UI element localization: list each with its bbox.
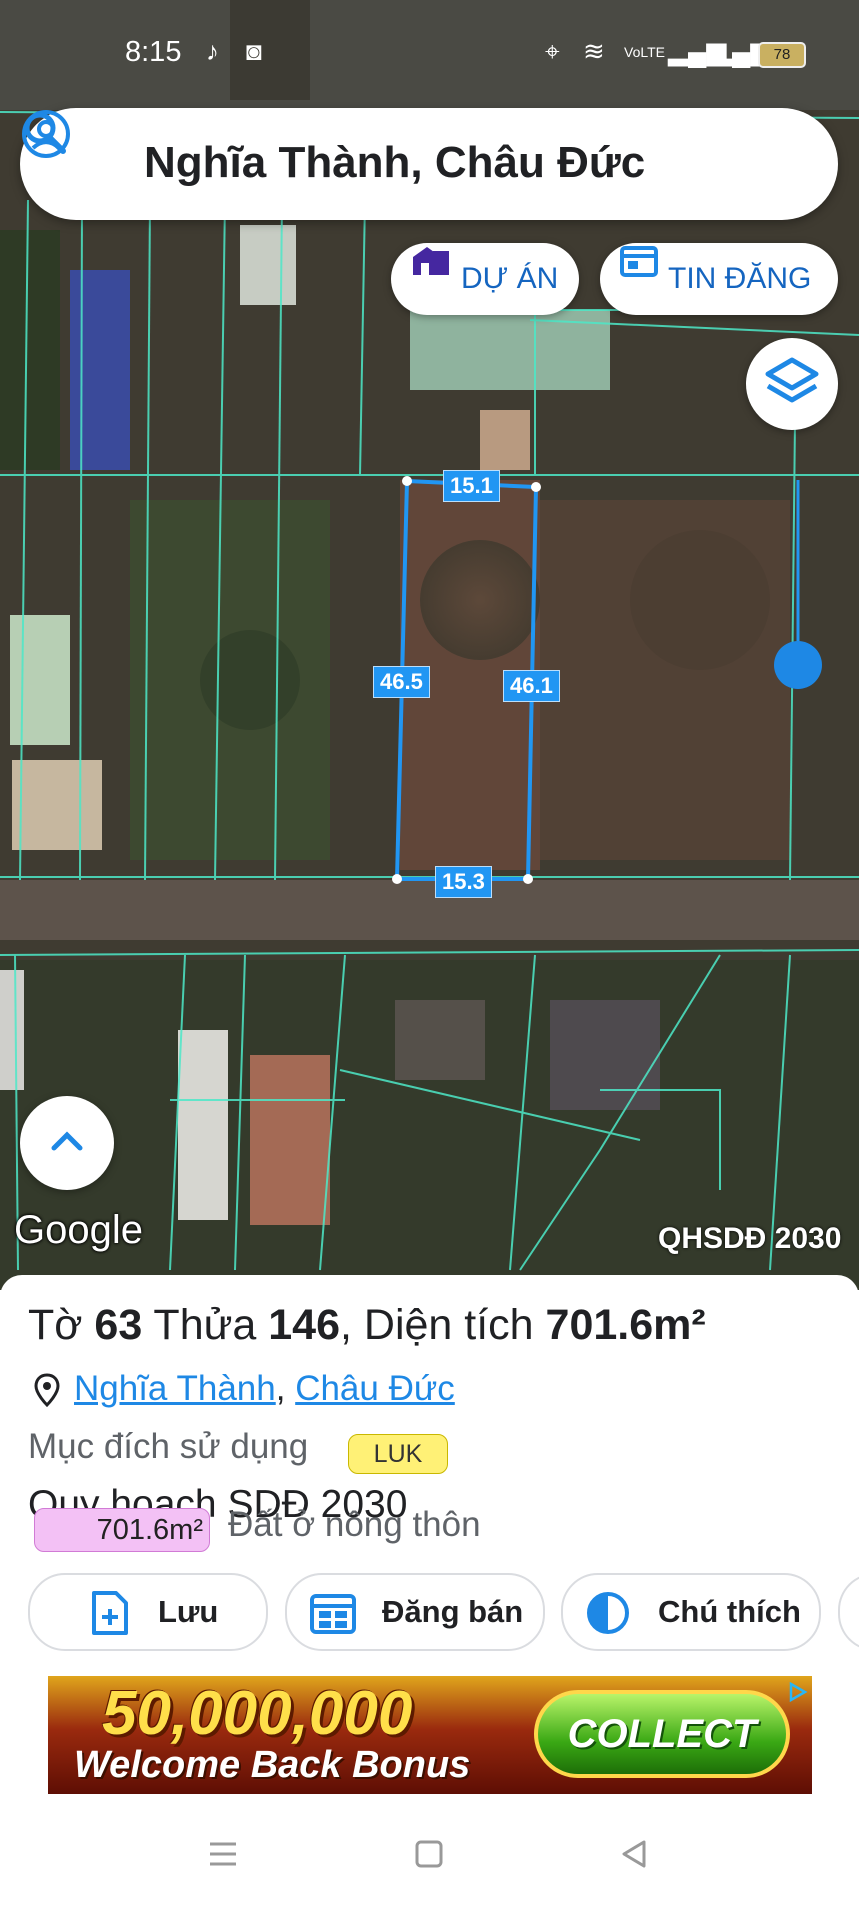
plan-layer-label: QHSDĐ 2030 <box>658 1222 842 1255</box>
plot-dimension-top: 15.1 <box>443 470 500 502</box>
expand-up-button[interactable] <box>20 1096 114 1190</box>
search-icon[interactable] <box>20 108 68 156</box>
parcel-title: Tờ 63 Thửa 146, Diện tích 701.6m² <box>28 1301 706 1350</box>
contrast-icon <box>587 1592 629 1634</box>
plan-land-type: Đất ở nông thôn <box>228 1505 481 1544</box>
usage-code-badge: LUK <box>348 1434 448 1474</box>
ad-bonus-text: Welcome Back Bonus <box>74 1744 471 1786</box>
parcel-area: 701.6m² <box>545 1301 706 1349</box>
save-button-label: Lưu <box>158 1594 219 1629</box>
parcel-number: 146 <box>268 1301 341 1349</box>
projects-chip[interactable]: DỰ ÁN <box>391 243 579 315</box>
google-logo: Google <box>14 1208 143 1252</box>
volte-icon: VoLTE <box>624 44 665 60</box>
layers-button[interactable] <box>746 338 838 430</box>
district-link[interactable]: Châu Đức <box>295 1369 455 1408</box>
layers-icon <box>765 357 819 403</box>
status-time: 8:15 <box>125 36 182 68</box>
plan-area-badge: 701.6m² <box>34 1508 210 1552</box>
satellite-map[interactable]: 15.1 46.5 46.1 15.3 8:15 ♪ ◙ ⌖ ≋ VoLTE ▂… <box>0 0 859 1290</box>
add-file-icon <box>92 1591 128 1635</box>
battery-icon: 78 <box>758 42 806 68</box>
legend-button-label: Chú thích <box>658 1594 801 1629</box>
sheet-number: 63 <box>94 1301 143 1349</box>
status-bar: 8:15 ♪ ◙ ⌖ ≋ VoLTE ▂▄▆ ▂▄▆ 78 <box>0 0 859 110</box>
location-separator: , <box>275 1369 296 1408</box>
legend-button[interactable]: Chú thích <box>561 1573 821 1651</box>
projects-chip-label: DỰ ÁN <box>461 262 559 295</box>
wifi-icon: ≋ <box>583 36 605 66</box>
listings-chip-label: TIN ĐĂNG <box>668 262 812 295</box>
chevron-up-icon <box>51 1131 83 1151</box>
ad-collect-button[interactable]: COLLECT <box>534 1690 790 1778</box>
ad-banner[interactable]: 50,000,000 Welcome Back Bonus COLLECT <box>48 1676 812 1794</box>
system-nav-bar <box>0 1804 859 1908</box>
sheet-prefix: Tờ <box>28 1301 95 1349</box>
save-button[interactable]: Lưu <box>28 1573 268 1651</box>
location-icon: ⌖ <box>545 36 560 66</box>
plot-dimension-left: 46.5 <box>373 666 430 698</box>
home-icon[interactable] <box>415 1840 443 1868</box>
ad-amount: 50,000,000 <box>102 1679 413 1748</box>
building-icon <box>413 247 449 275</box>
map-pin-icon <box>34 1373 60 1407</box>
post-for-sale-label: Đăng bán <box>382 1594 524 1629</box>
ward-link[interactable]: Nghĩa Thành <box>74 1369 276 1408</box>
hotspot-icon: ◙ <box>246 36 262 66</box>
plot-dimension-right: 46.1 <box>503 670 560 702</box>
parcel-prefix: Thửa <box>142 1301 269 1349</box>
listings-chip[interactable]: TIN ĐĂNG <box>600 243 838 315</box>
tiktok-icon: ♪ <box>206 36 219 66</box>
menu-icon[interactable] <box>208 1840 238 1868</box>
usage-label: Mục đích sử dụng <box>28 1427 309 1466</box>
search-query[interactable]: Nghĩa Thành, Châu Đức <box>144 138 645 188</box>
adchoices-icon[interactable] <box>788 1682 808 1702</box>
calendar-icon <box>620 246 658 277</box>
plot-dimension-bottom: 15.3 <box>435 866 492 898</box>
calendar-icon <box>310 1594 356 1634</box>
search-bar[interactable]: Nghĩa Thành, Châu Đức <box>20 108 838 220</box>
location-marker-handle[interactable] <box>774 641 822 689</box>
back-icon[interactable] <box>620 1840 648 1868</box>
post-for-sale-button[interactable]: Đăng bán <box>285 1573 545 1651</box>
area-prefix: , Diện tích <box>340 1301 546 1349</box>
